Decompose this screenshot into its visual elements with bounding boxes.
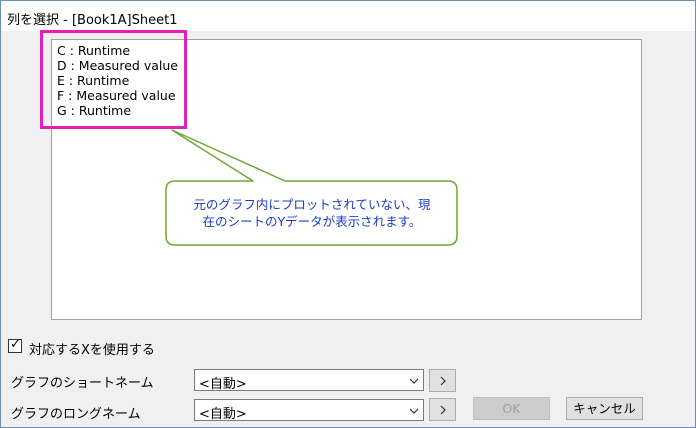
short-name-expand-button[interactable] [429, 369, 456, 392]
use-x-checkbox-label: 対応するXを使用する [29, 343, 155, 358]
chevron-right-icon [440, 376, 446, 386]
chevron-right-icon [440, 405, 446, 415]
use-x-checkbox[interactable]: ✓ [8, 337, 22, 353]
callout-line-2: 在のシートのYデータが表示されます。 [202, 214, 422, 229]
chevron-down-icon [410, 408, 418, 414]
checkmark-icon: ✓ [10, 337, 21, 352]
callout-text: 元のグラフ内にプロットされていない、現 在のシートのYデータが表示されます。 [170, 196, 454, 230]
long-name-combobox[interactable]: <自動> [194, 399, 424, 422]
chevron-down-icon [410, 378, 418, 384]
highlight-annotation-box [40, 30, 187, 129]
callout-line-1: 元のグラフ内にプロットされていない、現 [193, 197, 431, 212]
ok-button[interactable]: OK [473, 397, 550, 420]
short-name-combobox[interactable]: <自動> [194, 369, 424, 392]
long-name-label: グラフのロングネーム [11, 407, 141, 422]
short-name-value: <自動> [199, 377, 247, 392]
cancel-button[interactable]: キャンセル [566, 397, 643, 420]
window-title: 列を選択 - [Book1A]Sheet1 [7, 13, 178, 28]
long-name-expand-button[interactable] [429, 398, 456, 421]
title-bar: 列を選択 - [Book1A]Sheet1 [1, 1, 695, 31]
short-name-label: グラフのショートネーム [11, 376, 154, 391]
long-name-value: <自動> [199, 407, 247, 422]
